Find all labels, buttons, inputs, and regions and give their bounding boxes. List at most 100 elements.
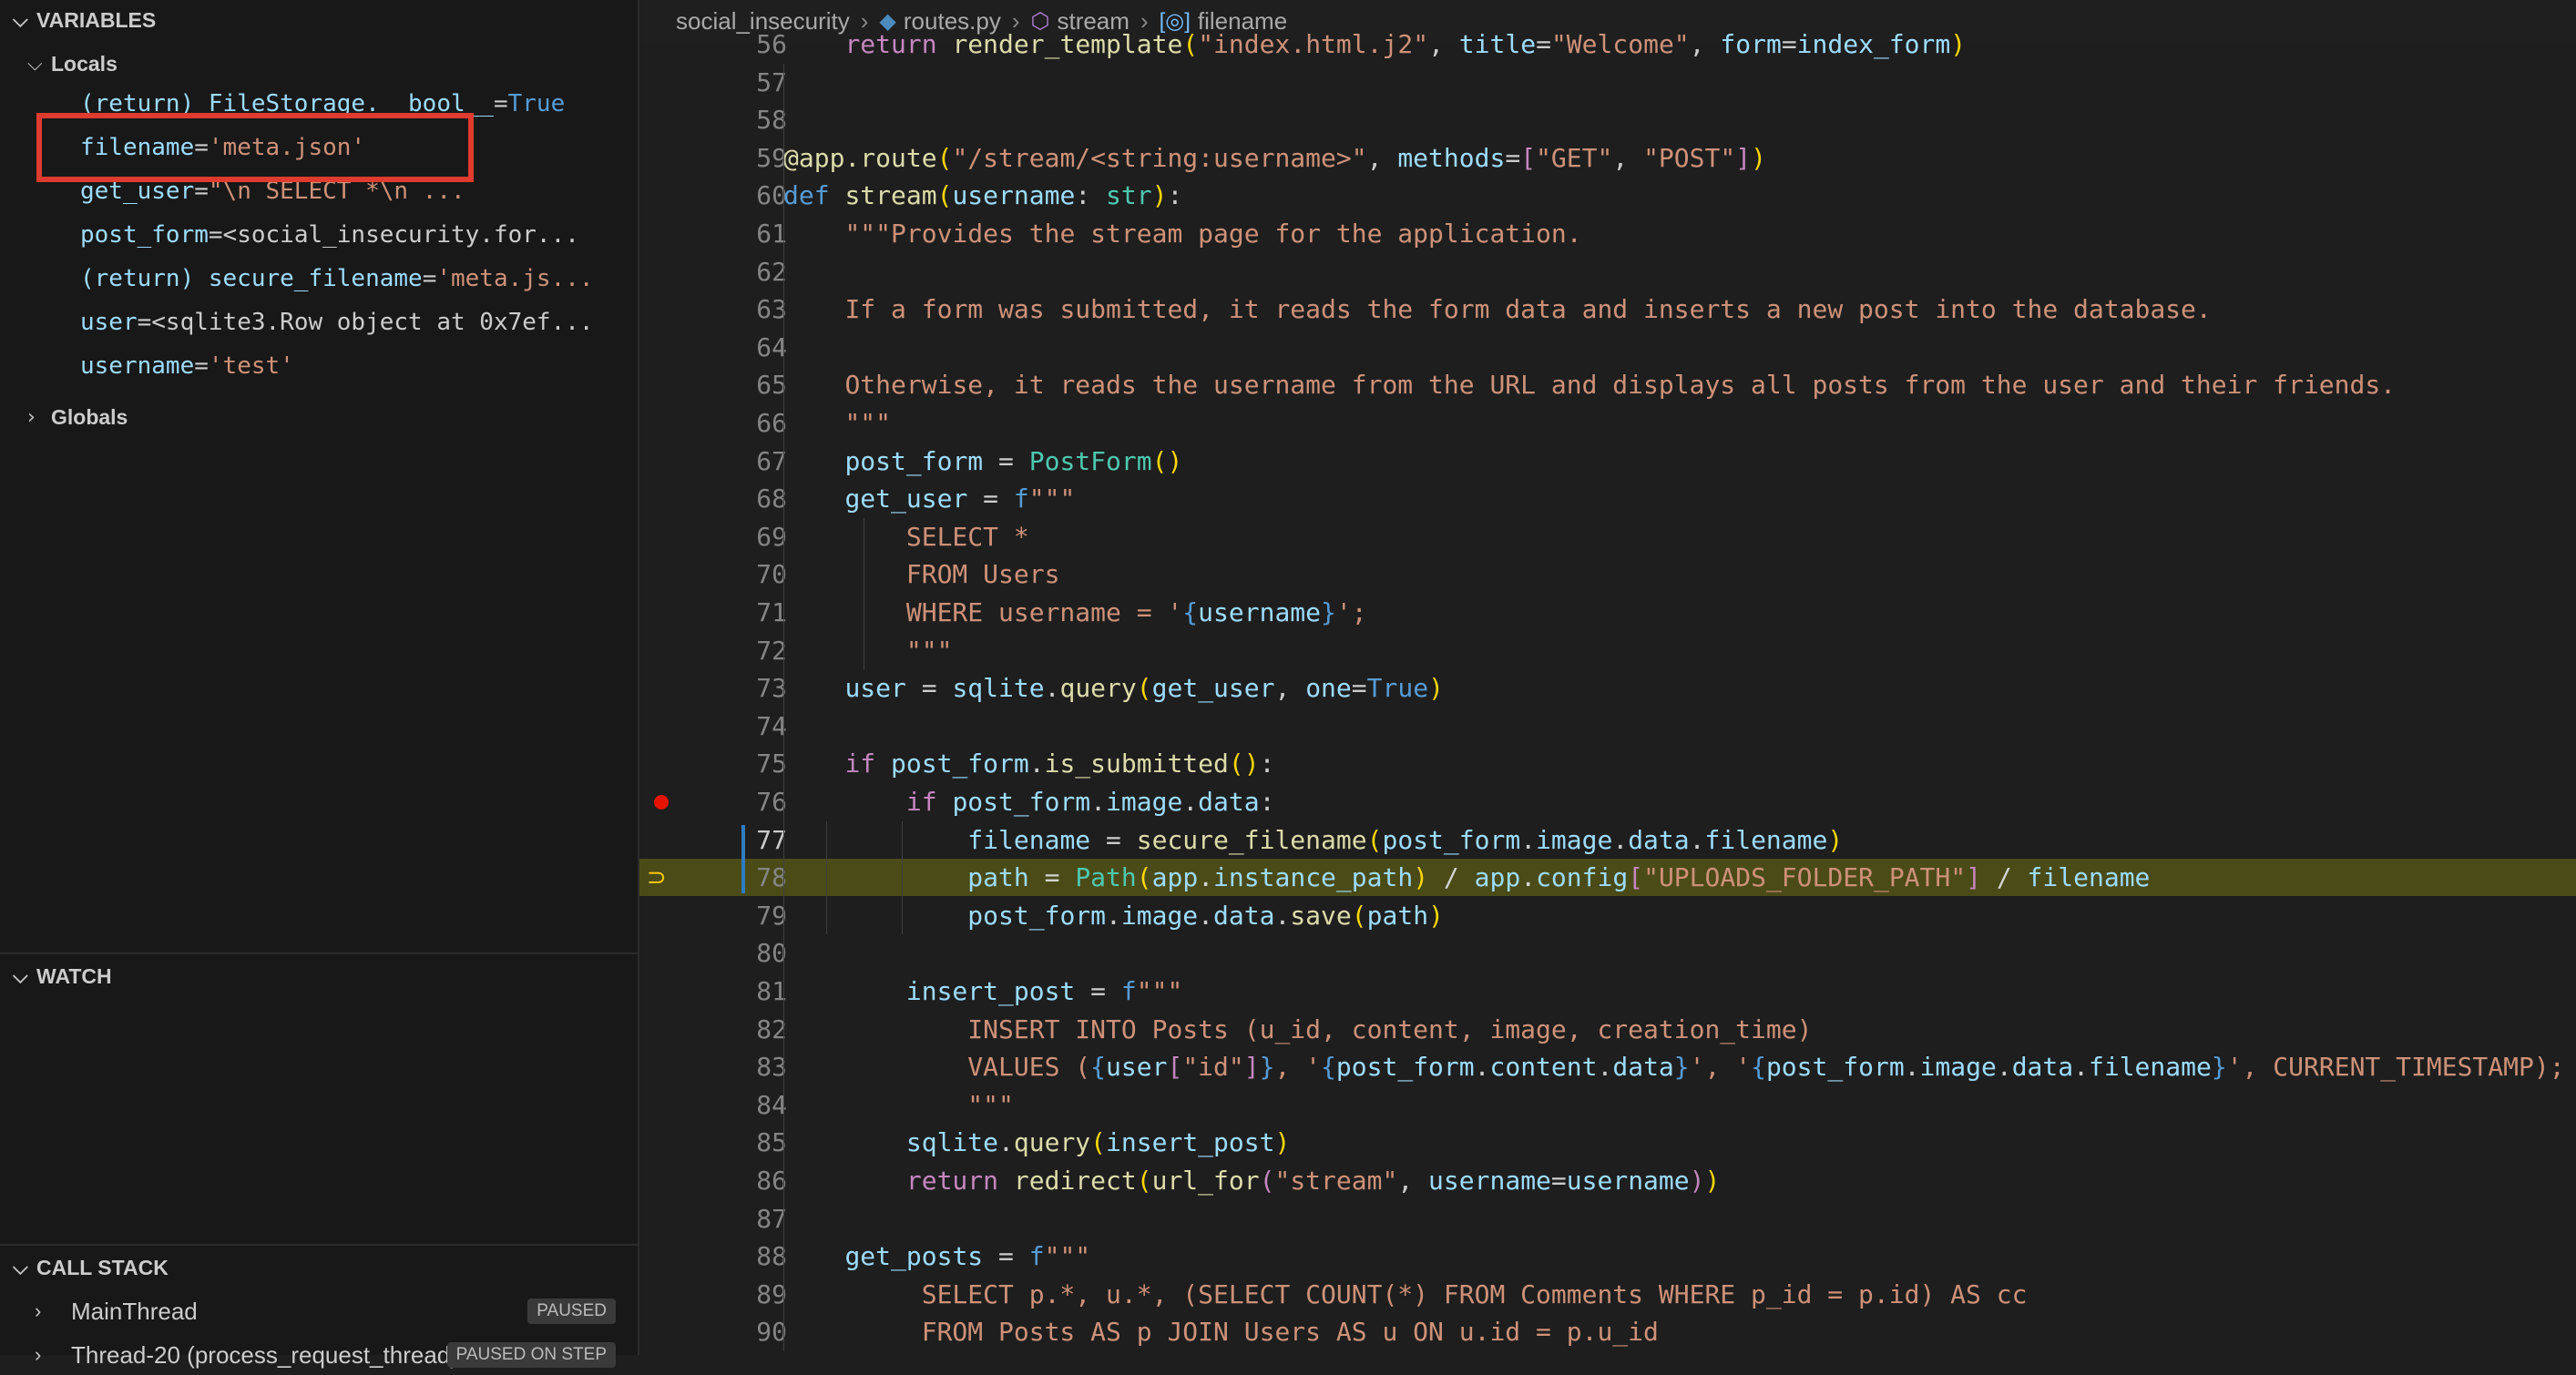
code-text[interactable]: insert_post = f""" — [783, 973, 1182, 1010]
code-line[interactable]: 65 Otherwise, it reads the username from… — [639, 366, 2576, 403]
code-line[interactable]: 76 if post_form.image.data: — [639, 783, 2576, 820]
code-line[interactable]: 86 return redirect(url_for("stream", use… — [639, 1162, 2576, 1199]
code-line[interactable]: 84 """ — [639, 1086, 2576, 1124]
code-line[interactable]: 57 — [639, 64, 2576, 101]
variable-value: <sqlite3.Row object at 0x7ef... — [151, 309, 594, 336]
code-line[interactable]: 73 user = sqlite.query(get_user, one=Tru… — [639, 669, 2576, 707]
breakpoint-icon[interactable] — [654, 795, 669, 810]
code-text[interactable]: """Provides the stream page for the appl… — [783, 215, 1581, 252]
code-text[interactable]: post_form.image.data.save(path) — [783, 897, 1444, 934]
code-line[interactable]: 68 get_user = f""" — [639, 480, 2576, 517]
code-text[interactable]: @app.route("/stream/<string:username>", … — [783, 139, 1766, 177]
code-line[interactable]: 74 — [639, 708, 2576, 745]
code-line[interactable]: 88 get_posts = f""" — [639, 1238, 2576, 1275]
line-number: 88 — [756, 1241, 787, 1272]
code-text[interactable]: """ — [783, 404, 891, 442]
watch-section-header[interactable]: ⌵ WATCH — [0, 958, 638, 994]
code-line[interactable]: 59 @app.route("/stream/<string:username>"… — [639, 139, 2576, 177]
code-line[interactable]: 87 — [639, 1200, 2576, 1238]
line-number: 72 — [756, 635, 787, 666]
code-editor[interactable]: 56 return render_template("index.html.j2… — [639, 29, 2576, 1355]
code-text[interactable]: SELECT * — [783, 518, 1029, 555]
code-text[interactable]: if post_form.is_submitted(): — [783, 745, 1274, 782]
code-line[interactable]: 58 — [639, 101, 2576, 138]
variable-post-form[interactable]: ›post_form = <social_insecurity.for... — [80, 215, 638, 255]
code-text[interactable]: return render_template("index.html.j2", … — [783, 25, 1966, 63]
line-number: 58 — [756, 105, 787, 136]
line-number: 73 — [756, 673, 787, 704]
thread-name: Thread-20 (process_request_thread) — [71, 1340, 458, 1369]
code-line[interactable]: 61 """Provides the stream page for the a… — [639, 215, 2576, 252]
line-number: 85 — [756, 1127, 787, 1158]
code-text[interactable]: get_posts = f""" — [783, 1238, 1090, 1275]
variable-username[interactable]: username = 'test' — [80, 346, 638, 386]
code-line[interactable]: 71 WHERE username = '{username}'; — [639, 594, 2576, 631]
code-line[interactable]: 63 If a form was submitted, it reads the… — [639, 290, 2576, 328]
globals-scope[interactable]: › Globals — [27, 399, 128, 435]
code-line[interactable]: 70 FROM Users — [639, 555, 2576, 593]
code-line[interactable]: 69 SELECT * — [639, 518, 2576, 555]
modified-lines-gutter-marker — [741, 824, 745, 893]
callstack-section-header[interactable]: ⌵ CALL STACK — [0, 1249, 638, 1286]
line-number: 74 — [756, 710, 787, 741]
thread-main[interactable]: › MainThread PAUSED — [0, 1291, 638, 1331]
code-text[interactable]: def stream(username: str): — [783, 177, 1182, 214]
code-text[interactable]: get_user = f""" — [783, 480, 1075, 517]
code-line[interactable]: 80 — [639, 934, 2576, 972]
code-text[interactable]: """ — [783, 1086, 1014, 1124]
line-number: 57 — [756, 66, 787, 97]
code-text[interactable]: INSERT INTO Posts (u_id, content, image,… — [783, 1011, 1812, 1048]
code-line[interactable]: 67 post_form = PostForm() — [639, 443, 2576, 480]
code-text[interactable]: post_form = PostForm() — [783, 443, 1182, 480]
line-number: 62 — [756, 256, 787, 287]
code-line[interactable]: 81 insert_post = f""" — [639, 973, 2576, 1010]
locals-scope[interactable]: ⌵ Locals — [27, 46, 118, 82]
code-text[interactable]: """ — [783, 632, 953, 669]
code-line[interactable]: 60 def stream(username: str): — [639, 177, 2576, 214]
code-text[interactable]: FROM Users — [783, 555, 1060, 593]
code-line[interactable]: 56 return render_template("index.html.j2… — [639, 25, 2576, 63]
code-text[interactable]: SELECT p.*, u.*, (SELECT COUNT(*) FROM C… — [783, 1276, 2028, 1313]
line-number: 64 — [756, 331, 787, 362]
code-text[interactable]: filename = secure_filename(post_form.ima… — [783, 821, 1843, 859]
code-line[interactable]: 62 — [639, 253, 2576, 290]
thread-worker[interactable]: › Thread-20 (process_request_thread) PAU… — [0, 1335, 638, 1375]
code-text[interactable]: if post_form.image.data: — [783, 783, 1275, 820]
code-text[interactable]: FROM Posts AS p JOIN Users AS u ON u.id … — [783, 1313, 1659, 1350]
code-line[interactable]: 64 — [639, 329, 2576, 366]
code-text[interactable]: VALUES ({user["id"]}, '{post_form.conten… — [783, 1048, 2564, 1085]
current-execution-arrow-icon: ⊃ — [647, 864, 667, 892]
variable-name: username — [80, 352, 195, 380]
code-line[interactable]: 83 VALUES ({user["id"]}, '{post_form.con… — [639, 1048, 2576, 1085]
code-text[interactable]: return redirect(url_for("stream", userna… — [783, 1162, 1720, 1199]
indent-guide — [826, 820, 827, 935]
chevron-down-icon: ⌵ — [13, 8, 28, 31]
variable-value: 'test' — [208, 352, 294, 380]
equals-sign: = — [493, 90, 508, 117]
code-line[interactable]: 72 """ — [639, 632, 2576, 669]
code-text[interactable]: user = sqlite.query(get_user, one=True) — [783, 669, 1444, 707]
variable-name: user — [80, 309, 138, 336]
code-line[interactable]: 89 SELECT p.*, u.*, (SELECT COUNT(*) FRO… — [639, 1276, 2576, 1313]
code-line[interactable]: 85 sqlite.query(insert_post) — [639, 1124, 2576, 1161]
code-line[interactable]: 82 INSERT INTO Posts (u_id, content, ima… — [639, 1011, 2576, 1048]
variable-user[interactable]: ›user = <sqlite3.Row object at 0x7ef... — [80, 302, 638, 342]
variables-section-header[interactable]: ⌵ VARIABLES — [0, 2, 638, 38]
variable-return-secure-filename[interactable]: (return) secure_filename = 'meta.js... — [80, 259, 638, 299]
code-line[interactable]: 75 if post_form.is_submitted(): — [639, 745, 2576, 782]
code-line[interactable]: 90 FROM Posts AS p JOIN Users AS u ON u.… — [639, 1313, 2576, 1350]
code-text[interactable]: path = Path(app.instance_path) / app.con… — [783, 859, 2150, 896]
code-text[interactable]: If a form was submitted, it reads the fo… — [783, 290, 2211, 328]
code-line[interactable]: 66 """ — [639, 404, 2576, 442]
code-text[interactable]: Otherwise, it reads the username from th… — [783, 366, 2396, 403]
variable-name: (return) secure_filename — [80, 265, 423, 292]
code-text[interactable]: WHERE username = '{username}'; — [783, 594, 1367, 631]
line-number: 68 — [756, 484, 787, 514]
chevron-right-icon: › — [35, 1299, 42, 1322]
code-line[interactable]: 77 filename = secure_filename(post_form.… — [639, 821, 2576, 859]
line-number: 82 — [756, 1013, 787, 1044]
code-text[interactable]: sqlite.query(insert_post) — [783, 1124, 1290, 1161]
code-line[interactable]: 79 post_form.image.data.save(path) — [639, 897, 2576, 934]
line-number: 66 — [756, 408, 787, 438]
code-line[interactable]: ⊃ 78 path = Path(app.instance_path) / app… — [639, 859, 2576, 897]
